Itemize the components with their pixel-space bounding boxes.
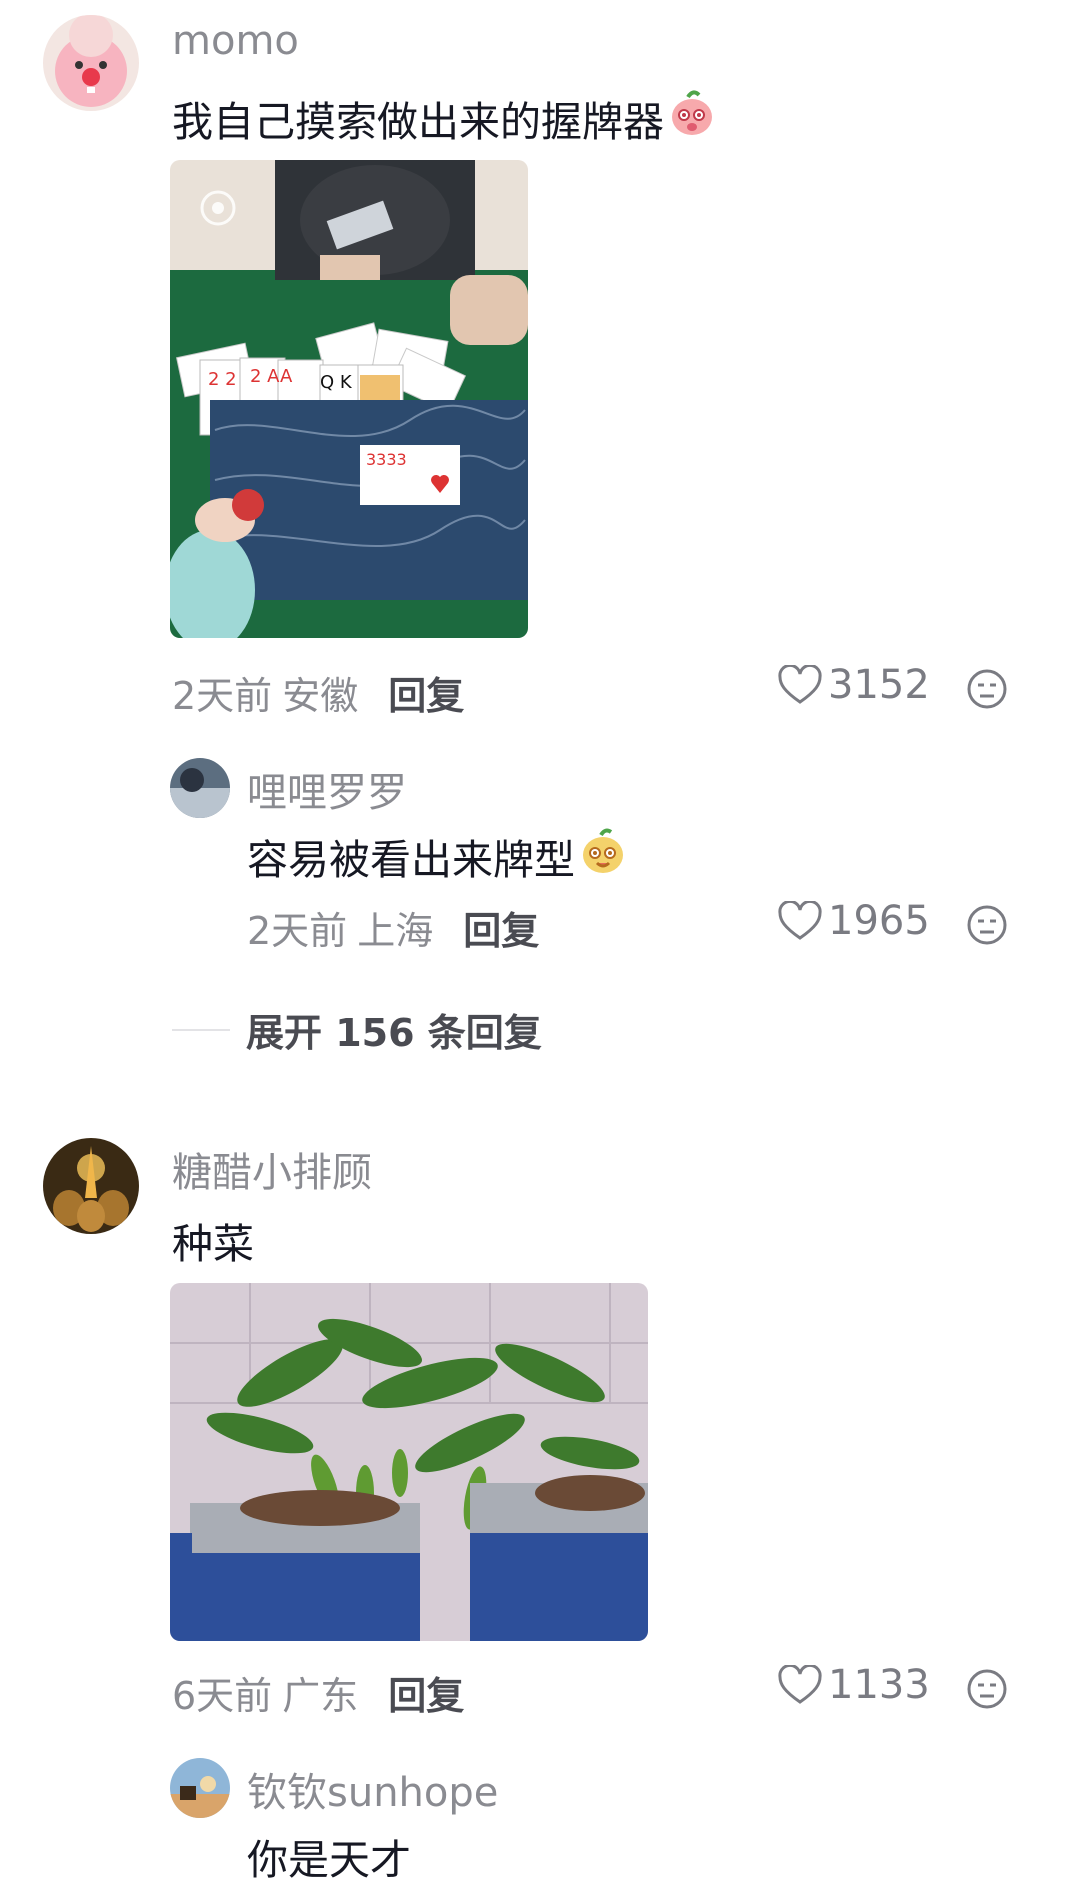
comment-meta: 6天前 广东 回复 (172, 1665, 464, 1720)
dislike-button[interactable] (966, 904, 1008, 950)
like-count: 1133 (828, 1662, 930, 1708)
comment-text: 你是天才 (247, 1836, 411, 1884)
comment-text: 种菜 (172, 1220, 254, 1268)
avatar[interactable] (43, 1138, 139, 1234)
dislike-button[interactable] (966, 1668, 1008, 1714)
unamused-face-icon (967, 669, 1007, 709)
unamused-face-icon (967, 905, 1007, 945)
comment-time: 6天前 (172, 1674, 273, 1718)
comment-text: 容易被看出来牌型 (247, 826, 627, 886)
avatar[interactable] (170, 1758, 230, 1818)
reply-button[interactable]: 回复 (463, 909, 539, 953)
comment-username[interactable]: 钦钦sunhope (247, 1760, 498, 1818)
heart-icon (778, 901, 822, 940)
like-button[interactable]: 1965 (778, 898, 930, 944)
comment-time: 2天前 (247, 909, 348, 953)
avatar[interactable] (170, 758, 230, 818)
reply-button[interactable]: 回复 (388, 1674, 464, 1718)
comment-username[interactable]: 哩哩罗罗 (247, 760, 407, 818)
comment-text: 我自己摸索做出来的握牌器 (172, 88, 716, 148)
dislike-button[interactable] (966, 668, 1008, 714)
potato-face-emoji-icon (579, 828, 627, 884)
unamused-face-icon (967, 1669, 1007, 1709)
comment-image[interactable] (170, 1283, 648, 1641)
comment-username[interactable]: 糖醋小排顾 (172, 1140, 372, 1198)
avatar[interactable] (43, 15, 139, 111)
comment-image[interactable]: 2 2 2 AA Q K 3333 (170, 160, 528, 638)
expand-replies-button[interactable]: 展开 156 条回复 (172, 1002, 542, 1057)
like-count: 1965 (828, 898, 930, 944)
svg-text:2 AA: 2 AA (250, 366, 293, 387)
comment-location: 安徽 (282, 674, 359, 718)
svg-text:2 2: 2 2 (208, 369, 237, 390)
comment-location: 上海 (357, 909, 434, 953)
comment-meta: 2天前 上海 回复 (247, 900, 539, 955)
comment-location: 广东 (282, 1674, 359, 1718)
comment-time: 2天前 (172, 674, 273, 718)
like-button[interactable]: 3152 (778, 662, 930, 708)
comment-meta: 2天前 安徽 回复 (172, 665, 464, 720)
svg-text:3333: 3333 (366, 450, 407, 469)
comment-username[interactable]: momo (172, 18, 299, 64)
divider-line (172, 1028, 230, 1031)
reply-button[interactable]: 回复 (388, 674, 464, 718)
svg-text:Q K: Q K (320, 372, 353, 393)
heart-icon (778, 665, 822, 704)
like-button[interactable]: 1133 (778, 1662, 930, 1708)
heart-icon (778, 1665, 822, 1704)
like-count: 3152 (828, 662, 930, 708)
peach-face-emoji-icon (668, 90, 716, 146)
